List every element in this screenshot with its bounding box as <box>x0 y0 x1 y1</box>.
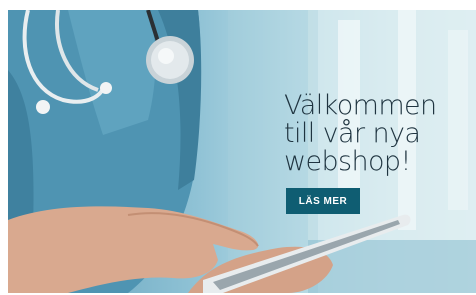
hero-headline-line-2: till vår nya <box>284 118 421 149</box>
read-more-button[interactable]: LÄS MER <box>286 188 360 214</box>
hero-headline-line-1: Välkommen <box>284 90 437 121</box>
hero-headline: Välkommen till vår nya webshop! <box>284 92 474 176</box>
hero-banner: Välkommen till vår nya webshop! LÄS MER <box>8 10 476 293</box>
hero-headline-line-3: webshop! <box>284 146 411 177</box>
